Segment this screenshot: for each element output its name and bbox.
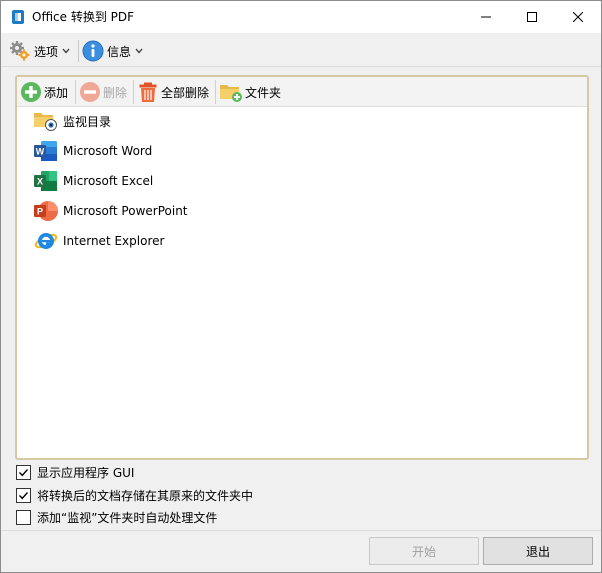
show-gui-label: 显示应用程序 GUI (37, 465, 135, 480)
save-original-checkbox[interactable] (16, 487, 31, 503)
list-item-label: 监视目录 (63, 114, 112, 129)
save-original-option[interactable]: 将转换后的文档存储在其原来的文件夹中 (16, 486, 253, 504)
title-bar: Office 转换到 PDF (1, 1, 601, 33)
auto-process-checkbox[interactable] (16, 509, 31, 525)
list-item[interactable]: X Microsoft Excel (33, 169, 153, 193)
list-item[interactable]: 监视目录 (33, 109, 111, 133)
app-window: Office 转换到 PDF 选项 信息 添加 删除 全部删除 文件夹 监视目录… (0, 0, 602, 573)
list-item-label: Microsoft Word (63, 144, 153, 158)
list-item-label: Microsoft PowerPoint (63, 204, 188, 218)
options-menu-label: 选项 (34, 44, 59, 59)
options-menu[interactable]: 选项 (9, 38, 70, 64)
minimize-icon (481, 16, 491, 17)
checkmark-icon (19, 491, 29, 499)
toolbar-separator (75, 80, 76, 104)
close-button[interactable] (555, 1, 601, 32)
remove-icon (80, 82, 100, 102)
maximize-button[interactable] (509, 1, 555, 32)
app-icon (10, 9, 26, 25)
save-original-label: 将转换后的文档存储在其原来的文件夹中 (37, 488, 254, 503)
list-item-label: Microsoft Excel (63, 174, 154, 188)
checkmark-icon (19, 468, 29, 476)
footer-divider (1, 530, 601, 531)
add-button-label: 添加 (44, 85, 69, 100)
toolbar-separator (215, 80, 216, 104)
minimize-button[interactable] (463, 1, 509, 32)
chevron-down-icon (135, 48, 143, 54)
gear-icon (10, 41, 30, 61)
svg-text:X: X (37, 177, 43, 187)
powerpoint-icon: P (34, 201, 58, 221)
trash-icon (139, 82, 157, 102)
menu-bar: 选项 信息 (1, 34, 601, 67)
close-icon (573, 11, 583, 22)
list-item[interactable]: Internet Explorer (33, 229, 164, 253)
folder-button-label: 文件夹 (245, 85, 282, 100)
delete-all-button-label: 全部删除 (161, 85, 210, 100)
list-item[interactable]: W Microsoft Word (33, 139, 152, 163)
window-title: Office 转换到 PDF (32, 10, 135, 24)
add-folder-icon (220, 85, 242, 102)
source-panel: 添加 删除 全部删除 文件夹 监视目录 W Microsoft Word X M… (15, 75, 589, 460)
info-menu[interactable]: 信息 (82, 38, 143, 64)
watch-folder-icon (34, 113, 57, 131)
auto-process-label: 添加“监视”文件夹时自动处理文件 (37, 510, 218, 525)
exit-button[interactable]: 退出 (483, 537, 593, 565)
folder-button[interactable]: 文件夹 (219, 80, 281, 104)
add-button[interactable]: 添加 (20, 80, 68, 104)
menu-separator (78, 40, 79, 62)
delete-button-label: 删除 (103, 85, 128, 100)
maximize-icon (527, 11, 537, 22)
svg-text:W: W (36, 147, 45, 157)
info-menu-label: 信息 (107, 44, 132, 59)
start-button[interactable]: 开始 (369, 537, 479, 565)
show-gui-checkbox[interactable] (16, 464, 31, 480)
word-icon: W (34, 141, 57, 161)
delete-all-button[interactable]: 全部删除 (137, 80, 209, 104)
delete-button[interactable]: 删除 (79, 80, 127, 104)
excel-icon: X (34, 171, 57, 191)
list-item[interactable]: P Microsoft PowerPoint (33, 199, 188, 223)
add-icon (21, 82, 41, 102)
show-gui-option[interactable]: 显示应用程序 GUI (16, 463, 134, 481)
list-item-label: Internet Explorer (63, 234, 165, 248)
info-icon (82, 40, 104, 62)
ie-icon (34, 233, 58, 249)
panel-toolbar: 添加 删除 全部删除 文件夹 (17, 77, 587, 107)
svg-text:P: P (37, 207, 43, 217)
chevron-down-icon (62, 48, 70, 54)
auto-process-option[interactable]: 添加“监视”文件夹时自动处理文件 (16, 508, 217, 526)
toolbar-separator (133, 80, 134, 104)
